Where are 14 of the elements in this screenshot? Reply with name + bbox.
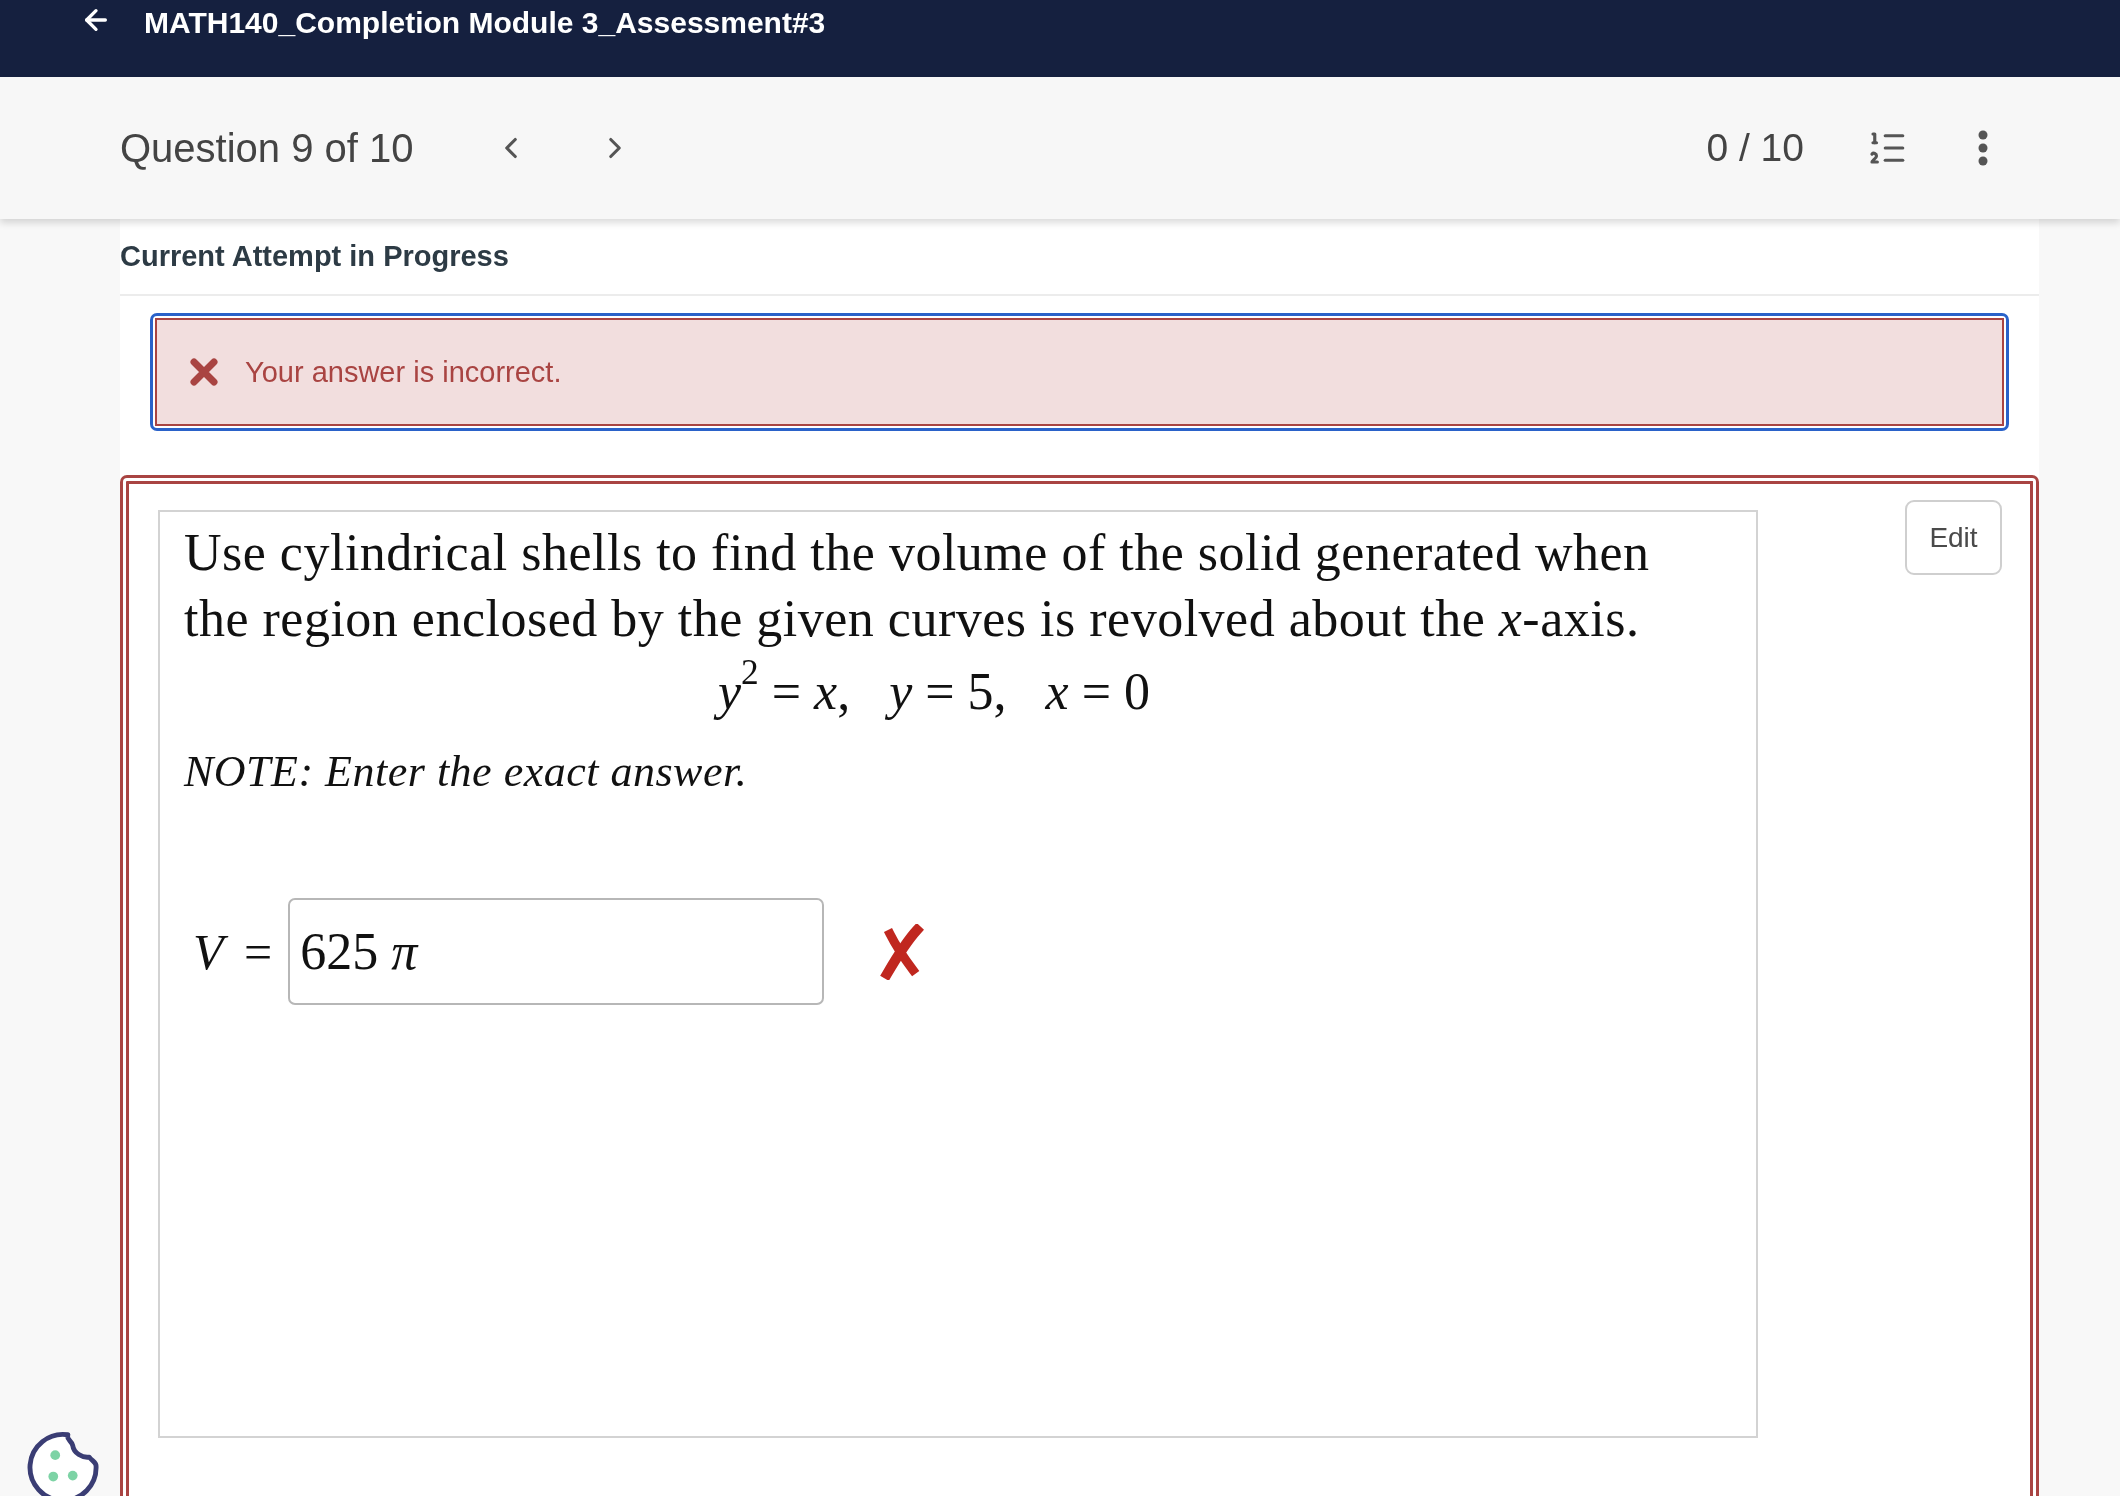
edit-button[interactable]: Edit: [1905, 500, 2002, 575]
curve-equations: y$^{2}$ = x, y = 5, x = 0: [184, 660, 1684, 724]
question-position: Question 9 of 10: [120, 125, 414, 171]
cross-icon: [189, 357, 219, 387]
answer-label: V =: [193, 922, 273, 981]
answer-note: NOTE: Enter the exact answer.: [184, 746, 749, 798]
assessment-title: MATH140_Completion Module 3_Assessment#3: [144, 5, 826, 41]
attempt-status: Current Attempt in Progress: [120, 240, 509, 273]
more-options-icon: [1978, 130, 1988, 166]
answer-field[interactable]: 625 π: [288, 898, 825, 1005]
feedback-message: Your answer is incorrect.: [245, 355, 562, 389]
question-prompt: Use cylindrical shells to find the volume of the solid generated when the region enclosed by the given curves is revolved about the x-axis.: [184, 523, 1651, 649]
more-options-button[interactable]: [1978, 130, 1988, 166]
score: 0 / 10: [1706, 126, 1804, 170]
